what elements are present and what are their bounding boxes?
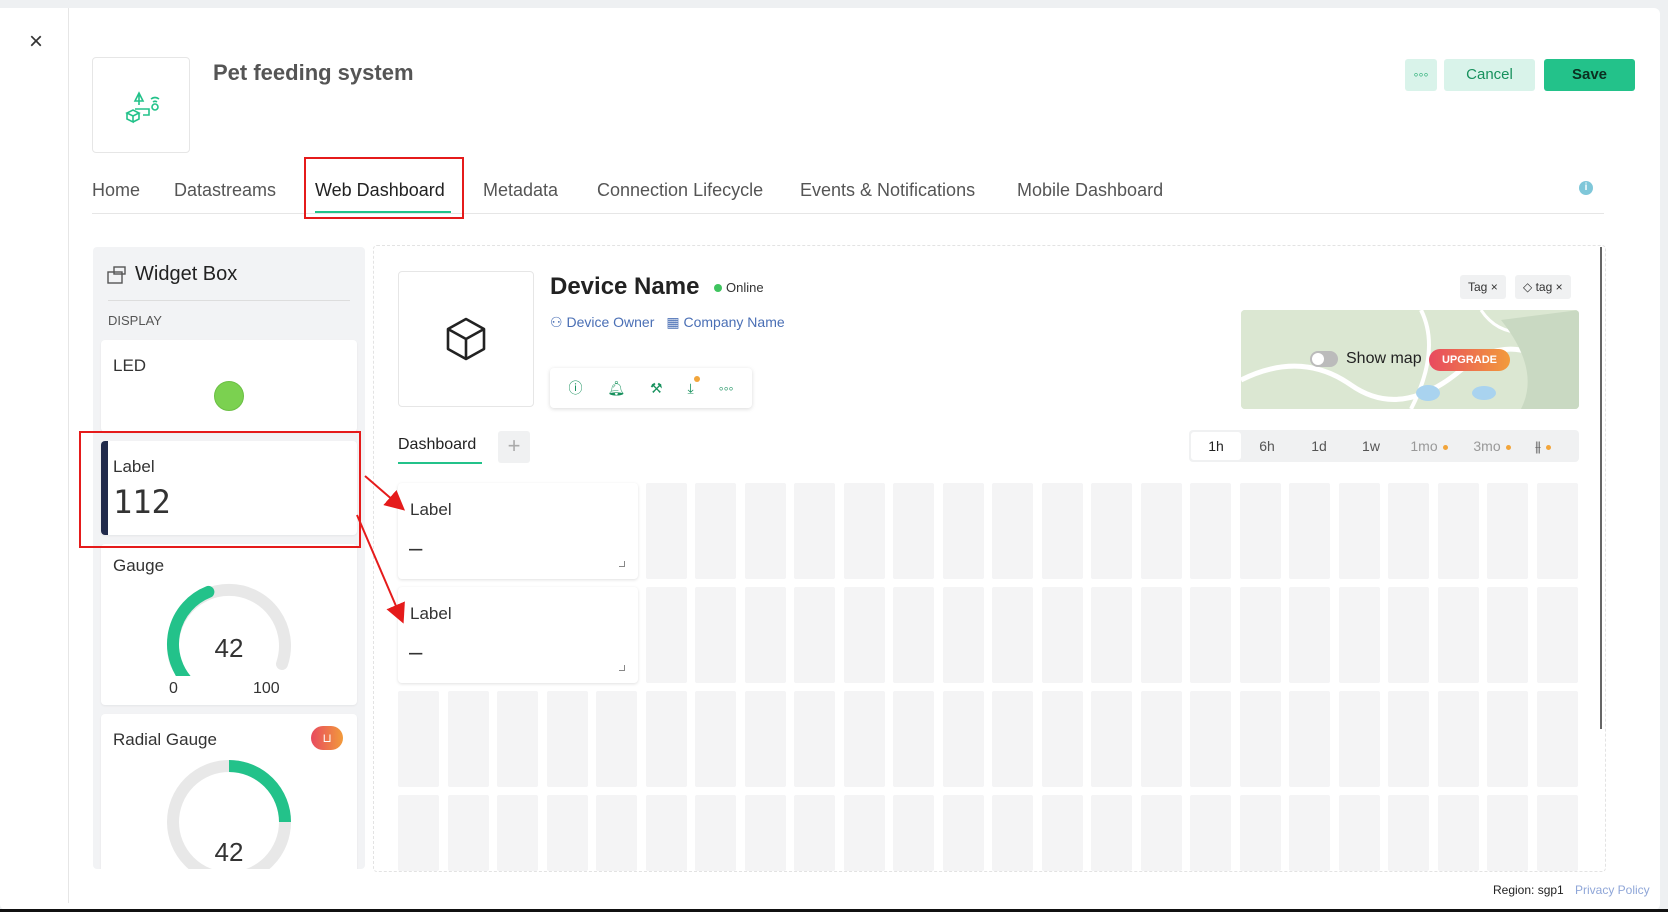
region-text: Region: sgp1 [1493,883,1564,897]
privacy-policy-link[interactable]: Privacy Policy [1575,883,1650,897]
annotation-arrows [356,475,406,624]
